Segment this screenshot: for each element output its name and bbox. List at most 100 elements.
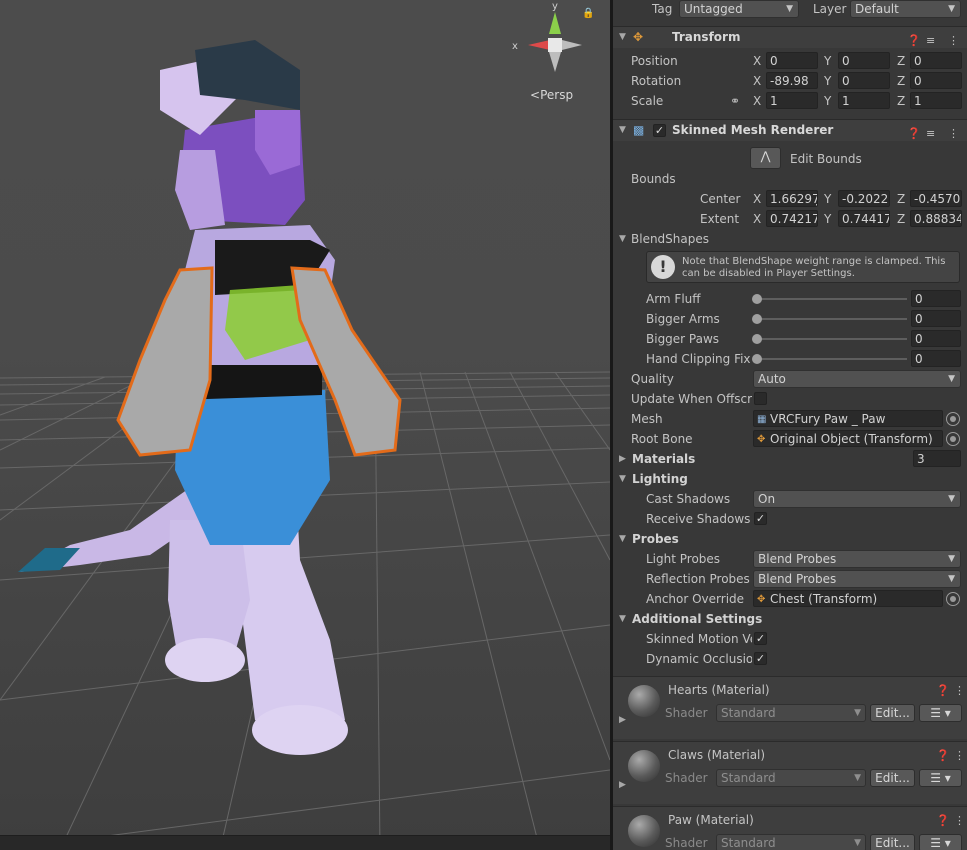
help-icon[interactable]: ❓ (936, 749, 950, 762)
rotation-row: Rotation X -89.98 Y 0 Z 0 (613, 71, 967, 91)
slider-knob[interactable] (752, 314, 762, 324)
rotation-x-field[interactable]: -89.98 (766, 72, 818, 89)
blendshape-value-field[interactable]: 0 (911, 290, 961, 307)
light-probes-value: Blend Probes (758, 552, 837, 566)
material-name: Paw (Material) (668, 813, 754, 827)
blendshape-row: Hand Clipping Fix 0 (613, 349, 967, 369)
transform-header[interactable]: ▼ ✥ Transform ❓ ≡ ⋮ (613, 26, 967, 48)
slider-knob[interactable] (752, 354, 762, 364)
presets-icon[interactable]: ≡ (926, 123, 935, 144)
mesh-field[interactable]: ▦ VRCFury Paw _ Paw (753, 410, 943, 427)
help-icon[interactable]: ❓ (936, 684, 950, 697)
foldout-collapsed-icon[interactable]: ▶ (619, 449, 626, 469)
chevron-down-icon: ▼ (786, 4, 793, 14)
foldout-collapsed-icon[interactable]: ▶ (619, 780, 626, 790)
edit-shader-button[interactable]: Edit... (870, 704, 915, 722)
more-options-icon[interactable]: ⋮ (954, 749, 965, 762)
scale-z-field[interactable]: 1 (910, 92, 962, 109)
projection-toggle[interactable]: <Persp (530, 88, 573, 102)
more-options-icon[interactable]: ⋮ (948, 30, 959, 51)
blendshape-slider[interactable] (757, 298, 907, 300)
rotation-y-field[interactable]: 0 (838, 72, 890, 89)
extent-x-field[interactable]: 0.74217 (766, 210, 818, 227)
character-model[interactable] (18, 40, 402, 755)
dynamic-occlusion-checkbox[interactable]: ✓ (754, 652, 767, 665)
receive-shadows-checkbox[interactable]: ✓ (754, 512, 767, 525)
edit-shader-button[interactable]: Edit... (870, 834, 915, 850)
skinned-motion-checkbox[interactable]: ✓ (754, 632, 767, 645)
reflection-probes-dropdown[interactable]: Blend Probes ▼ (753, 570, 961, 588)
quality-dropdown[interactable]: Auto ▼ (753, 370, 961, 388)
shader-options-button[interactable]: ☰ ▾ (919, 769, 962, 787)
center-x-field[interactable]: 1.66297̣ (766, 190, 818, 207)
axis-y-label: Y (824, 192, 832, 206)
scale-x-field[interactable]: 1 (766, 92, 818, 109)
more-options-icon[interactable]: ⋮ (948, 123, 959, 144)
lighting-foldout[interactable]: ▼ Lighting (613, 469, 967, 489)
anchor-override-field[interactable]: ✥ Chest (Transform) (753, 590, 943, 607)
blendshape-value-field[interactable]: 0 (911, 310, 961, 327)
scene-view[interactable]: x y 🔒 <Persp (0, 0, 610, 850)
help-icon[interactable]: ❓ (907, 123, 921, 144)
extent-z-field[interactable]: 0.88834 (910, 210, 962, 227)
cast-shadows-dropdown[interactable]: On ▼ (753, 490, 961, 508)
shader-dropdown[interactable]: Standard ▼ (716, 769, 866, 787)
object-picker-icon[interactable] (946, 432, 960, 446)
tag-label: Tag (652, 2, 673, 16)
blendshapes-foldout[interactable]: ▼ BlendShapes (613, 229, 967, 249)
blendshape-slider[interactable] (757, 318, 907, 320)
mesh-value: VRCFury Paw _ Paw (770, 412, 886, 426)
edit-shader-button[interactable]: Edit... (870, 769, 915, 787)
link-icon[interactable]: ⚭ (730, 91, 740, 111)
shader-label: Shader (665, 771, 708, 785)
materials-count-field[interactable]: 3 (913, 450, 961, 467)
foldout-expanded-icon[interactable]: ▼ (619, 529, 626, 549)
foldout-expanded-icon[interactable]: ▼ (619, 609, 626, 629)
rotation-z-field[interactable]: 0 (910, 72, 962, 89)
object-picker-icon[interactable] (946, 592, 960, 606)
additional-settings-foldout[interactable]: ▼ Additional Settings (613, 609, 967, 629)
component-enabled-checkbox[interactable]: ✓ (653, 124, 666, 137)
shader-dropdown[interactable]: Standard ▼ (716, 704, 866, 722)
probes-foldout[interactable]: ▼ Probes (613, 529, 967, 549)
position-y-field[interactable]: 0 (838, 52, 890, 69)
presets-icon[interactable]: ≡ (926, 30, 935, 51)
scale-y-field[interactable]: 1 (838, 92, 890, 109)
blendshape-slider[interactable] (757, 358, 907, 360)
help-icon[interactable]: ❓ (907, 30, 921, 51)
position-x-field[interactable]: 0 (766, 52, 818, 69)
more-options-icon[interactable]: ⋮ (954, 814, 965, 827)
blendshape-value-field[interactable]: 0 (911, 350, 961, 367)
extent-y-field[interactable]: 0.74417 (838, 210, 890, 227)
root-bone-field[interactable]: ✥ Original Object (Transform) (753, 430, 943, 447)
light-probes-dropdown[interactable]: Blend Probes ▼ (753, 550, 961, 568)
orientation-gizmo[interactable] (528, 12, 582, 72)
center-y-field[interactable]: -0.2022 (838, 190, 890, 207)
skinned-mesh-renderer-header[interactable]: ▼ ▩ ✓ Skinned Mesh Renderer ❓ ≡ ⋮ (613, 119, 967, 141)
slider-knob[interactable] (752, 294, 762, 304)
foldout-collapsed-icon[interactable]: ▶ (619, 715, 626, 725)
tag-dropdown[interactable]: Untagged ▼ (679, 0, 799, 18)
shader-dropdown[interactable]: Standard ▼ (716, 834, 866, 850)
update-offscreen-checkbox[interactable] (754, 392, 767, 405)
foldout-expanded-icon[interactable]: ▼ (619, 469, 626, 489)
tag-layer-row: Tag Untagged ▼ Layer Default ▼ (613, 0, 967, 19)
center-z-field[interactable]: -0.4570 (910, 190, 962, 207)
shader-options-button[interactable]: ☰ ▾ (919, 704, 962, 722)
edit-bounds-button[interactable]: ⋀ (750, 147, 781, 169)
foldout-expanded-icon[interactable]: ▼ (619, 120, 626, 141)
help-icon[interactable]: ❓ (936, 814, 950, 827)
slider-knob[interactable] (752, 334, 762, 344)
layer-dropdown[interactable]: Default ▼ (850, 0, 961, 18)
blendshape-slider[interactable] (757, 338, 907, 340)
blendshapes-label: BlendShapes (631, 232, 709, 246)
more-options-icon[interactable]: ⋮ (954, 684, 965, 697)
blendshape-value-field[interactable]: 0 (911, 330, 961, 347)
shader-options-button[interactable]: ☰ ▾ (919, 834, 962, 850)
object-picker-icon[interactable] (946, 412, 960, 426)
foldout-expanded-icon[interactable]: ▼ (619, 229, 626, 249)
materials-foldout[interactable]: ▶ Materials 3 (613, 449, 967, 469)
foldout-expanded-icon[interactable]: ▼ (619, 27, 626, 48)
position-z-field[interactable]: 0 (910, 52, 962, 69)
lock-icon[interactable]: 🔒 (582, 8, 594, 19)
